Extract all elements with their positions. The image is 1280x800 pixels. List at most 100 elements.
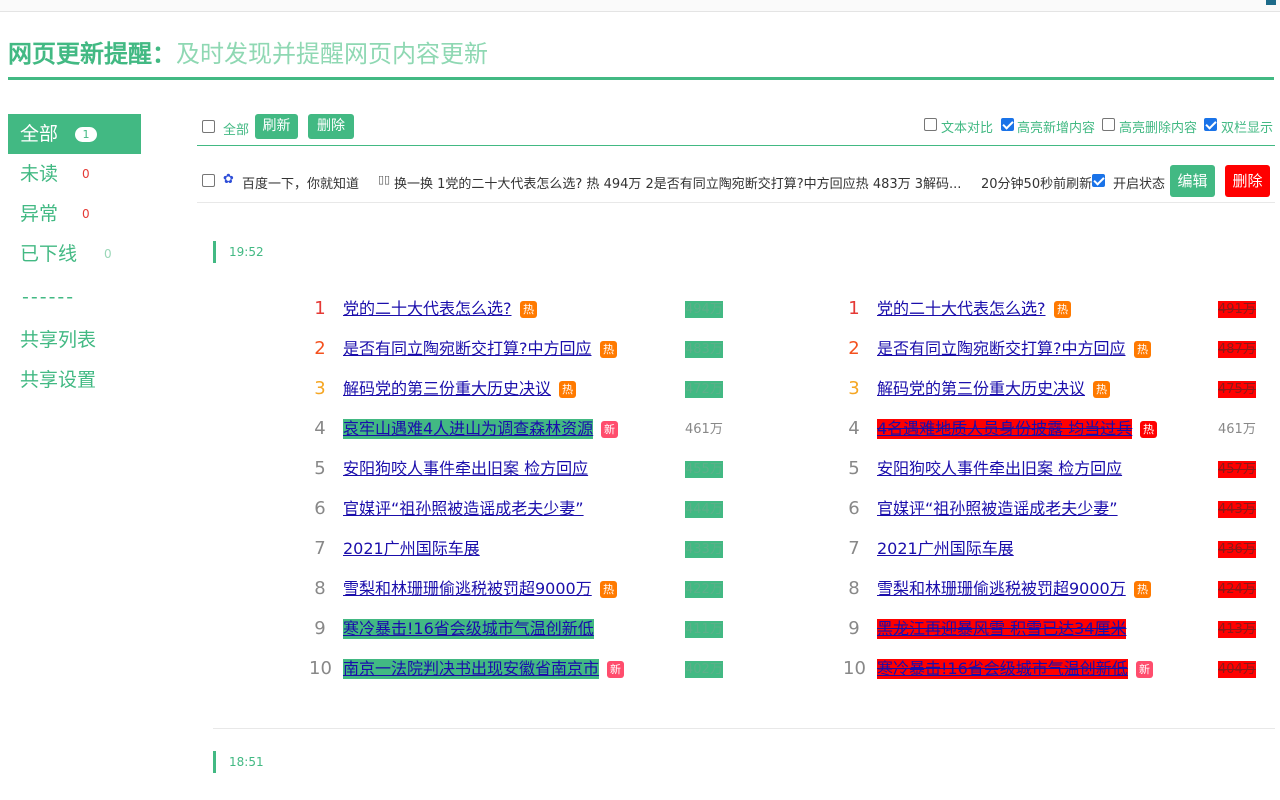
hot-item-link[interactable]: 寒冷暴击!16省会级城市气温创新低 (343, 619, 594, 639)
hot-list-item: 5 安阳狗咬人事件牵出旧案 检方回应 455万 (313, 456, 733, 482)
sidebar-item-all[interactable]: 全部 1 (8, 114, 141, 154)
rank-number: 8 (314, 578, 326, 599)
hot-item-link[interactable]: 哀牢山遇难4人进山为调查森林资源 (343, 419, 594, 439)
hot-list-item: 10 南京一法院判决书出现安徽省南京市新 402万 (309, 656, 733, 682)
heat-value: 444万 (685, 501, 723, 518)
hot-item-link[interactable]: 解码党的第三份重大历史决议 (877, 379, 1085, 399)
sidebar-item-error[interactable]: 异常 0 (8, 194, 141, 234)
heat-value: 472万 (685, 381, 723, 398)
hot-list-item: 6 官媒评“祖孙照被造谣成老夫少妻” 443万 (847, 496, 1267, 522)
rank-number: 3 (848, 378, 860, 399)
text-compare-label: 文本对比 (941, 121, 994, 136)
hot-list-item: 2 是否有同立陶宛断交打算?中方回应热 487万 (847, 336, 1267, 362)
hot-badge: 热 (520, 301, 537, 318)
hot-list-item: 6 官媒评“祖孙照被造谣成老夫少妻” 444万 (313, 496, 733, 522)
refresh-button[interactable]: 刷新 (255, 114, 298, 139)
count-badge: 0 (82, 167, 90, 181)
sidebar-separator: ------ (22, 286, 76, 308)
count-badge: 0 (104, 247, 112, 261)
hot-item-link[interactable]: 党的二十大代表怎么选? (877, 299, 1046, 319)
sidebar: 全部 1 未读 0 异常 0 已下线 0 ------ 共享列表 共享设置 (8, 114, 141, 400)
hot-item-link[interactable]: 雪梨和林珊珊偷逃税被罚超9000万 (343, 579, 592, 599)
hot-item-link[interactable]: 是否有同立陶宛断交打算?中方回应 (343, 339, 592, 359)
hot-badge: 热 (1093, 381, 1110, 398)
rank-number: 10 (309, 658, 332, 679)
hot-item-link[interactable]: 官媒评“祖孙照被造谣成老夫少妻” (343, 499, 584, 519)
highlight-added-checkbox[interactable] (1001, 118, 1014, 131)
broken-image-icon: ▯▯ (378, 173, 391, 186)
text-compare-checkbox[interactable] (924, 118, 937, 131)
new-badge: 新 (1136, 661, 1153, 678)
rank-number: 6 (848, 498, 860, 519)
heat-value: 475万 (1218, 381, 1256, 398)
hot-item-link[interactable]: 安阳狗咬人事件牵出旧案 检方回应 (343, 459, 588, 479)
snapshot-time: 19:52 (213, 241, 264, 263)
heat-value: 494万 (685, 301, 723, 318)
baidu-paw-icon: ✿ (223, 172, 234, 187)
dual-column-checkbox[interactable] (1204, 118, 1217, 131)
hot-item-link[interactable]: 黑龙江再迎暴风雪 积雪已达34厘米 (877, 619, 1127, 639)
heat-value: 483万 (685, 341, 723, 358)
heat-value: 422万 (685, 581, 723, 598)
heat-value: 436万 (1218, 541, 1256, 558)
browser-top-strip (0, 0, 1280, 12)
rank-number: 7 (848, 538, 860, 559)
delete-selected-button[interactable]: 删除 (308, 114, 354, 139)
hot-list-item: 7 2021广州国际车展 436万 (847, 536, 1267, 562)
hot-list-item: 10 寒冷暴击!16省会级城市气温创新低新 404万 (843, 656, 1267, 682)
hot-list-item: 1 党的二十大代表怎么选? 热 491万 (847, 296, 1267, 322)
hot-list-item: 7 2021广州国际车展 433万 (313, 536, 733, 562)
hot-item-link[interactable]: 2021广州国际车展 (877, 539, 1014, 559)
site-snippet: 换一换 1党的二十大代表怎么选? 热 494万 2是否有同立陶宛断交打算?中方回… (394, 177, 962, 192)
hot-list-item: 8 雪梨和林珊珊偷逃税被罚超9000万热 424万 (847, 576, 1267, 602)
hot-item-link[interactable]: 官媒评“祖孙照被造谣成老夫少妻” (877, 499, 1118, 519)
sidebar-item-offline[interactable]: 已下线 0 (8, 234, 141, 274)
hot-badge: 热 (1054, 301, 1071, 318)
snapshot-time: 18:51 (213, 751, 264, 773)
hot-item-link[interactable]: 解码党的第三份重大历史决议 (343, 379, 551, 399)
enabled-checkbox[interactable] (1092, 174, 1105, 187)
snapshot-divider (213, 728, 1275, 729)
heat-value: 411万 (685, 621, 723, 638)
hot-item-link[interactable]: 党的二十大代表怎么选? (343, 299, 512, 319)
hot-list-item: 2 是否有同立陶宛断交打算?中方回应热 483万 (313, 336, 733, 362)
hot-item-link[interactable]: 安阳狗咬人事件牵出旧案 检方回应 (877, 459, 1122, 479)
dual-column-label: 双栏显示 (1221, 121, 1274, 136)
highlight-removed-checkbox[interactable] (1102, 118, 1115, 131)
site-select-checkbox[interactable] (202, 174, 215, 187)
rank-number: 1 (314, 298, 326, 319)
hot-item-link[interactable]: 2021广州国际车展 (343, 539, 480, 559)
rank-number: 3 (314, 378, 326, 399)
hot-badge: 热 (600, 581, 617, 598)
hot-list-item: 4 4名遇难地质人员身份披露 均当过兵热 461万 (847, 416, 1267, 442)
sidebar-item-share-settings[interactable]: 共享设置 (8, 360, 141, 400)
new-badge: 新 (601, 421, 618, 438)
sidebar-item-label: 未读 (20, 163, 59, 185)
sidebar-item-label: 已下线 (20, 243, 78, 265)
heat-value: 404万 (1218, 661, 1256, 678)
toolbar: 全部 刷新 删除 文本对比 高亮新增内容 高亮删除内容 双栏显示 (197, 110, 1275, 146)
rank-number: 9 (848, 618, 860, 639)
hot-item-link[interactable]: 4名遇难地质人员身份披露 均当过兵 (877, 419, 1133, 439)
select-all-checkbox[interactable] (202, 120, 215, 133)
sidebar-item-unread[interactable]: 未读 0 (8, 154, 141, 194)
hot-item-link[interactable]: 南京一法院判决书出现安徽省南京市 (343, 659, 600, 679)
hot-item-link[interactable]: 雪梨和林珊珊偷逃税被罚超9000万 (877, 579, 1126, 599)
hot-badge: 热 (559, 381, 576, 398)
sidebar-item-share-list[interactable]: 共享列表 (8, 320, 141, 360)
hot-list-item: 3 解码党的第三份重大历史决议热 472万 (313, 376, 733, 402)
rank-number: 2 (314, 338, 326, 359)
rank-number: 5 (314, 458, 326, 479)
site-row[interactable]: ✿ 百度一下，你就知道 ▯▯ 换一换 1党的二十大代表怎么选? 热 494万 2… (197, 160, 1275, 203)
hot-list-item: 9 寒冷暴击!16省会级城市气温创新低 411万 (313, 616, 733, 642)
heat-value: 402万 (685, 661, 723, 678)
enabled-label: 开启状态 (1113, 177, 1166, 192)
hot-badge: 热 (1140, 421, 1157, 438)
hot-list-item: 9 黑龙江再迎暴风雪 积雪已达34厘米 413万 (847, 616, 1267, 642)
hot-item-link[interactable]: 寒冷暴击!16省会级城市气温创新低 (877, 659, 1128, 679)
edit-button[interactable]: 编辑 (1170, 165, 1215, 197)
hot-item-link[interactable]: 是否有同立陶宛断交打算?中方回应 (877, 339, 1126, 359)
rank-number: 9 (314, 618, 326, 639)
delete-site-button[interactable]: 删除 (1225, 165, 1270, 197)
heat-value: 461万 (685, 422, 723, 437)
